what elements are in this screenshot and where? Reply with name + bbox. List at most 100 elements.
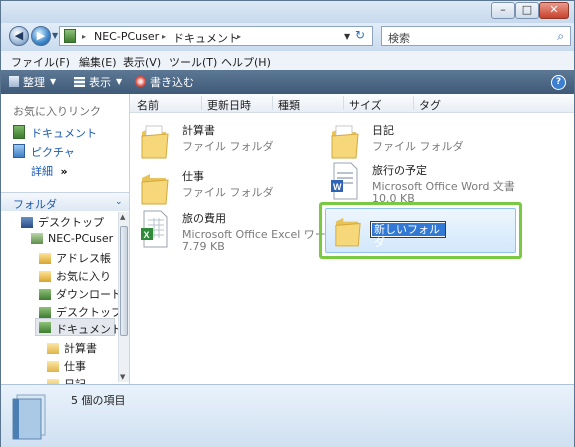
scroll-thumb[interactable] — [120, 226, 128, 336]
column-separator[interactable] — [201, 96, 202, 110]
more-label: 詳細 — [31, 165, 53, 178]
chevron-down-icon[interactable]: ⌄ — [115, 197, 123, 207]
burn-icon — [135, 76, 146, 87]
downloads-icon — [39, 289, 51, 300]
close-button[interactable]: ✕ — [539, 2, 569, 19]
column-name[interactable]: 名前 — [137, 97, 159, 113]
file-type: ファイル フォルダ — [182, 186, 274, 199]
folders-header[interactable]: フォルダ ⌄ — [1, 192, 129, 211]
search-icon[interactable]: ⌕ — [557, 29, 564, 44]
file-name: 計算書 — [182, 124, 215, 137]
fav-item-pictures[interactable]: ピクチャ — [13, 144, 75, 160]
documents-icon — [39, 322, 51, 333]
organize-dropdown-icon[interactable]: ▼ — [50, 77, 56, 86]
scroll-down-icon[interactable]: ▼ — [120, 373, 125, 381]
tree-item-label: 計算書 — [64, 342, 97, 355]
navigation-pane: お気に入りリンク ドキュメント ピクチャ 詳細 » フォルダ ⌄ デスクトップ … — [1, 94, 130, 391]
tree-item-label: デスクトップ — [38, 216, 104, 229]
file-type: ファイル フォルダ — [182, 140, 274, 153]
fav-item-label: ドキュメント — [31, 127, 97, 140]
tree-item-documents-selected[interactable]: ドキュメント — [35, 318, 122, 336]
fav-item-documents[interactable]: ドキュメント — [13, 125, 97, 141]
tree-item-desktop[interactable]: デスクトップ — [21, 214, 104, 230]
column-size[interactable]: サイズ — [349, 97, 382, 113]
menu-view[interactable]: 表示(V) — [123, 54, 161, 70]
back-button[interactable]: ◀ — [9, 26, 29, 46]
file-list-pane: 名前 更新日時 種類 サイズ タグ 計算書 ファイル フォルダ 日記 ファイル … — [130, 94, 574, 384]
tree-item-favorites[interactable]: お気に入り — [39, 268, 111, 284]
tree-item-label: ドキュメント — [56, 323, 122, 336]
file-item-ryokou-word[interactable]: W 旅行の予定 Microsoft Office Word 文書 10.0 KB — [322, 160, 542, 206]
forward-button[interactable]: ▶ — [31, 26, 51, 46]
column-header: 名前 更新日時 種類 サイズ タグ — [130, 94, 574, 113]
address-bar[interactable]: ▸ NEC-PCuser ▸ ドキュメント ▸ ▼ ↻ — [59, 26, 373, 46]
column-separator[interactable] — [343, 96, 344, 110]
organize-button[interactable]: 整理 — [23, 74, 45, 90]
burn-button[interactable]: 書き込む — [150, 74, 194, 90]
file-name: 旅行の予定 — [372, 164, 427, 177]
new-folder-item[interactable]: 新しいフォルダ — [325, 208, 516, 253]
file-type: ファイル フォルダ — [372, 140, 464, 153]
file-name: 日記 — [372, 124, 394, 137]
help-icon[interactable]: ? — [551, 75, 566, 90]
tree-item-shigoto[interactable]: 仕事 — [47, 358, 86, 374]
contacts-icon — [39, 253, 51, 264]
breadcrumb-documents[interactable]: ドキュメント — [173, 30, 239, 46]
explorer-window: – □ ✕ ◀ ▶ ▼ ▸ NEC-PCuser ▸ ドキュメント ▸ ▼ ↻ … — [0, 0, 575, 447]
file-item-tabi-excel[interactable]: X 旅の費用 Microsoft Office Excel ワーク... 7.7… — [132, 208, 347, 254]
documents-large-icon — [12, 394, 46, 440]
breadcrumb-user[interactable]: NEC-PCuser — [94, 30, 159, 43]
column-tags[interactable]: タグ — [419, 97, 441, 113]
file-item-keisansho[interactable]: 計算書 ファイル フォルダ — [132, 120, 312, 164]
file-name: 仕事 — [182, 170, 204, 183]
tree-item-downloads[interactable]: ダウンロード — [39, 286, 122, 302]
item-count: 5 個の項目 — [71, 394, 126, 407]
column-separator[interactable] — [413, 96, 414, 110]
views-button[interactable]: 表示 — [89, 74, 111, 90]
svg-text:X: X — [144, 230, 150, 240]
minimize-button[interactable]: – — [491, 2, 515, 19]
tree-item-label: 仕事 — [64, 360, 86, 373]
tree-item-label: お気に入り — [56, 270, 111, 283]
column-separator[interactable] — [272, 96, 273, 110]
desktop-folder-icon — [39, 307, 51, 318]
folder-location-icon — [64, 29, 76, 43]
tree-item-contacts[interactable]: アドレス帳 — [39, 250, 111, 266]
tree-scrollbar[interactable]: ▲ ▼ — [118, 212, 129, 382]
details-pane: 5 個の項目 — [1, 384, 574, 447]
views-dropdown-icon[interactable]: ▼ — [116, 77, 122, 86]
rename-input[interactable]: 新しいフォルダ — [370, 221, 446, 249]
menu-help[interactable]: ヘルプ(H) — [221, 54, 271, 70]
organize-icon — [9, 76, 19, 87]
menu-tools[interactable]: ツール(T) — [169, 54, 217, 70]
folder-icon — [47, 361, 59, 372]
folder-icon — [335, 217, 361, 247]
search-input[interactable]: 検索 ⌕ — [381, 26, 571, 46]
documents-icon — [13, 125, 25, 139]
tree-item-user[interactable]: NEC-PCuser — [31, 232, 113, 245]
menu-file[interactable]: ファイル(F) — [11, 54, 70, 70]
excel-document-icon: X — [141, 210, 168, 248]
favorite-links-title: お気に入りリンク — [13, 105, 101, 118]
tree-item-keisansho[interactable]: 計算書 — [47, 340, 97, 356]
file-item-shigoto[interactable]: 仕事 ファイル フォルダ — [132, 166, 312, 210]
menu-edit[interactable]: 編集(E) — [79, 54, 117, 70]
rename-selected-text: 新しいフォルダ — [372, 223, 445, 249]
address-dropdown-icon[interactable]: ▼ — [344, 32, 350, 41]
pictures-icon — [13, 144, 25, 158]
refresh-icon[interactable]: ↻ — [355, 28, 365, 42]
recent-pages-icon[interactable]: ▼ — [52, 31, 58, 40]
file-name: 旅の費用 — [182, 212, 226, 225]
more-links[interactable]: 詳細 » — [31, 163, 68, 179]
column-modified[interactable]: 更新日時 — [207, 97, 251, 113]
favorites-icon — [39, 271, 51, 282]
scroll-up-icon[interactable]: ▲ — [120, 213, 125, 221]
views-icon — [74, 77, 85, 87]
column-type[interactable]: 種類 — [278, 97, 300, 113]
file-item-nikki[interactable]: 日記 ファイル フォルダ — [322, 120, 522, 164]
breadcrumb-sep-icon: ▸ — [237, 32, 242, 41]
menu-bar: ファイル(F) 編集(E) 表示(V) ツール(T) ヘルプ(H) — [1, 51, 574, 70]
maximize-button[interactable]: □ — [515, 2, 539, 19]
fav-item-label: ピクチャ — [31, 146, 75, 159]
svg-text:W: W — [333, 182, 342, 192]
